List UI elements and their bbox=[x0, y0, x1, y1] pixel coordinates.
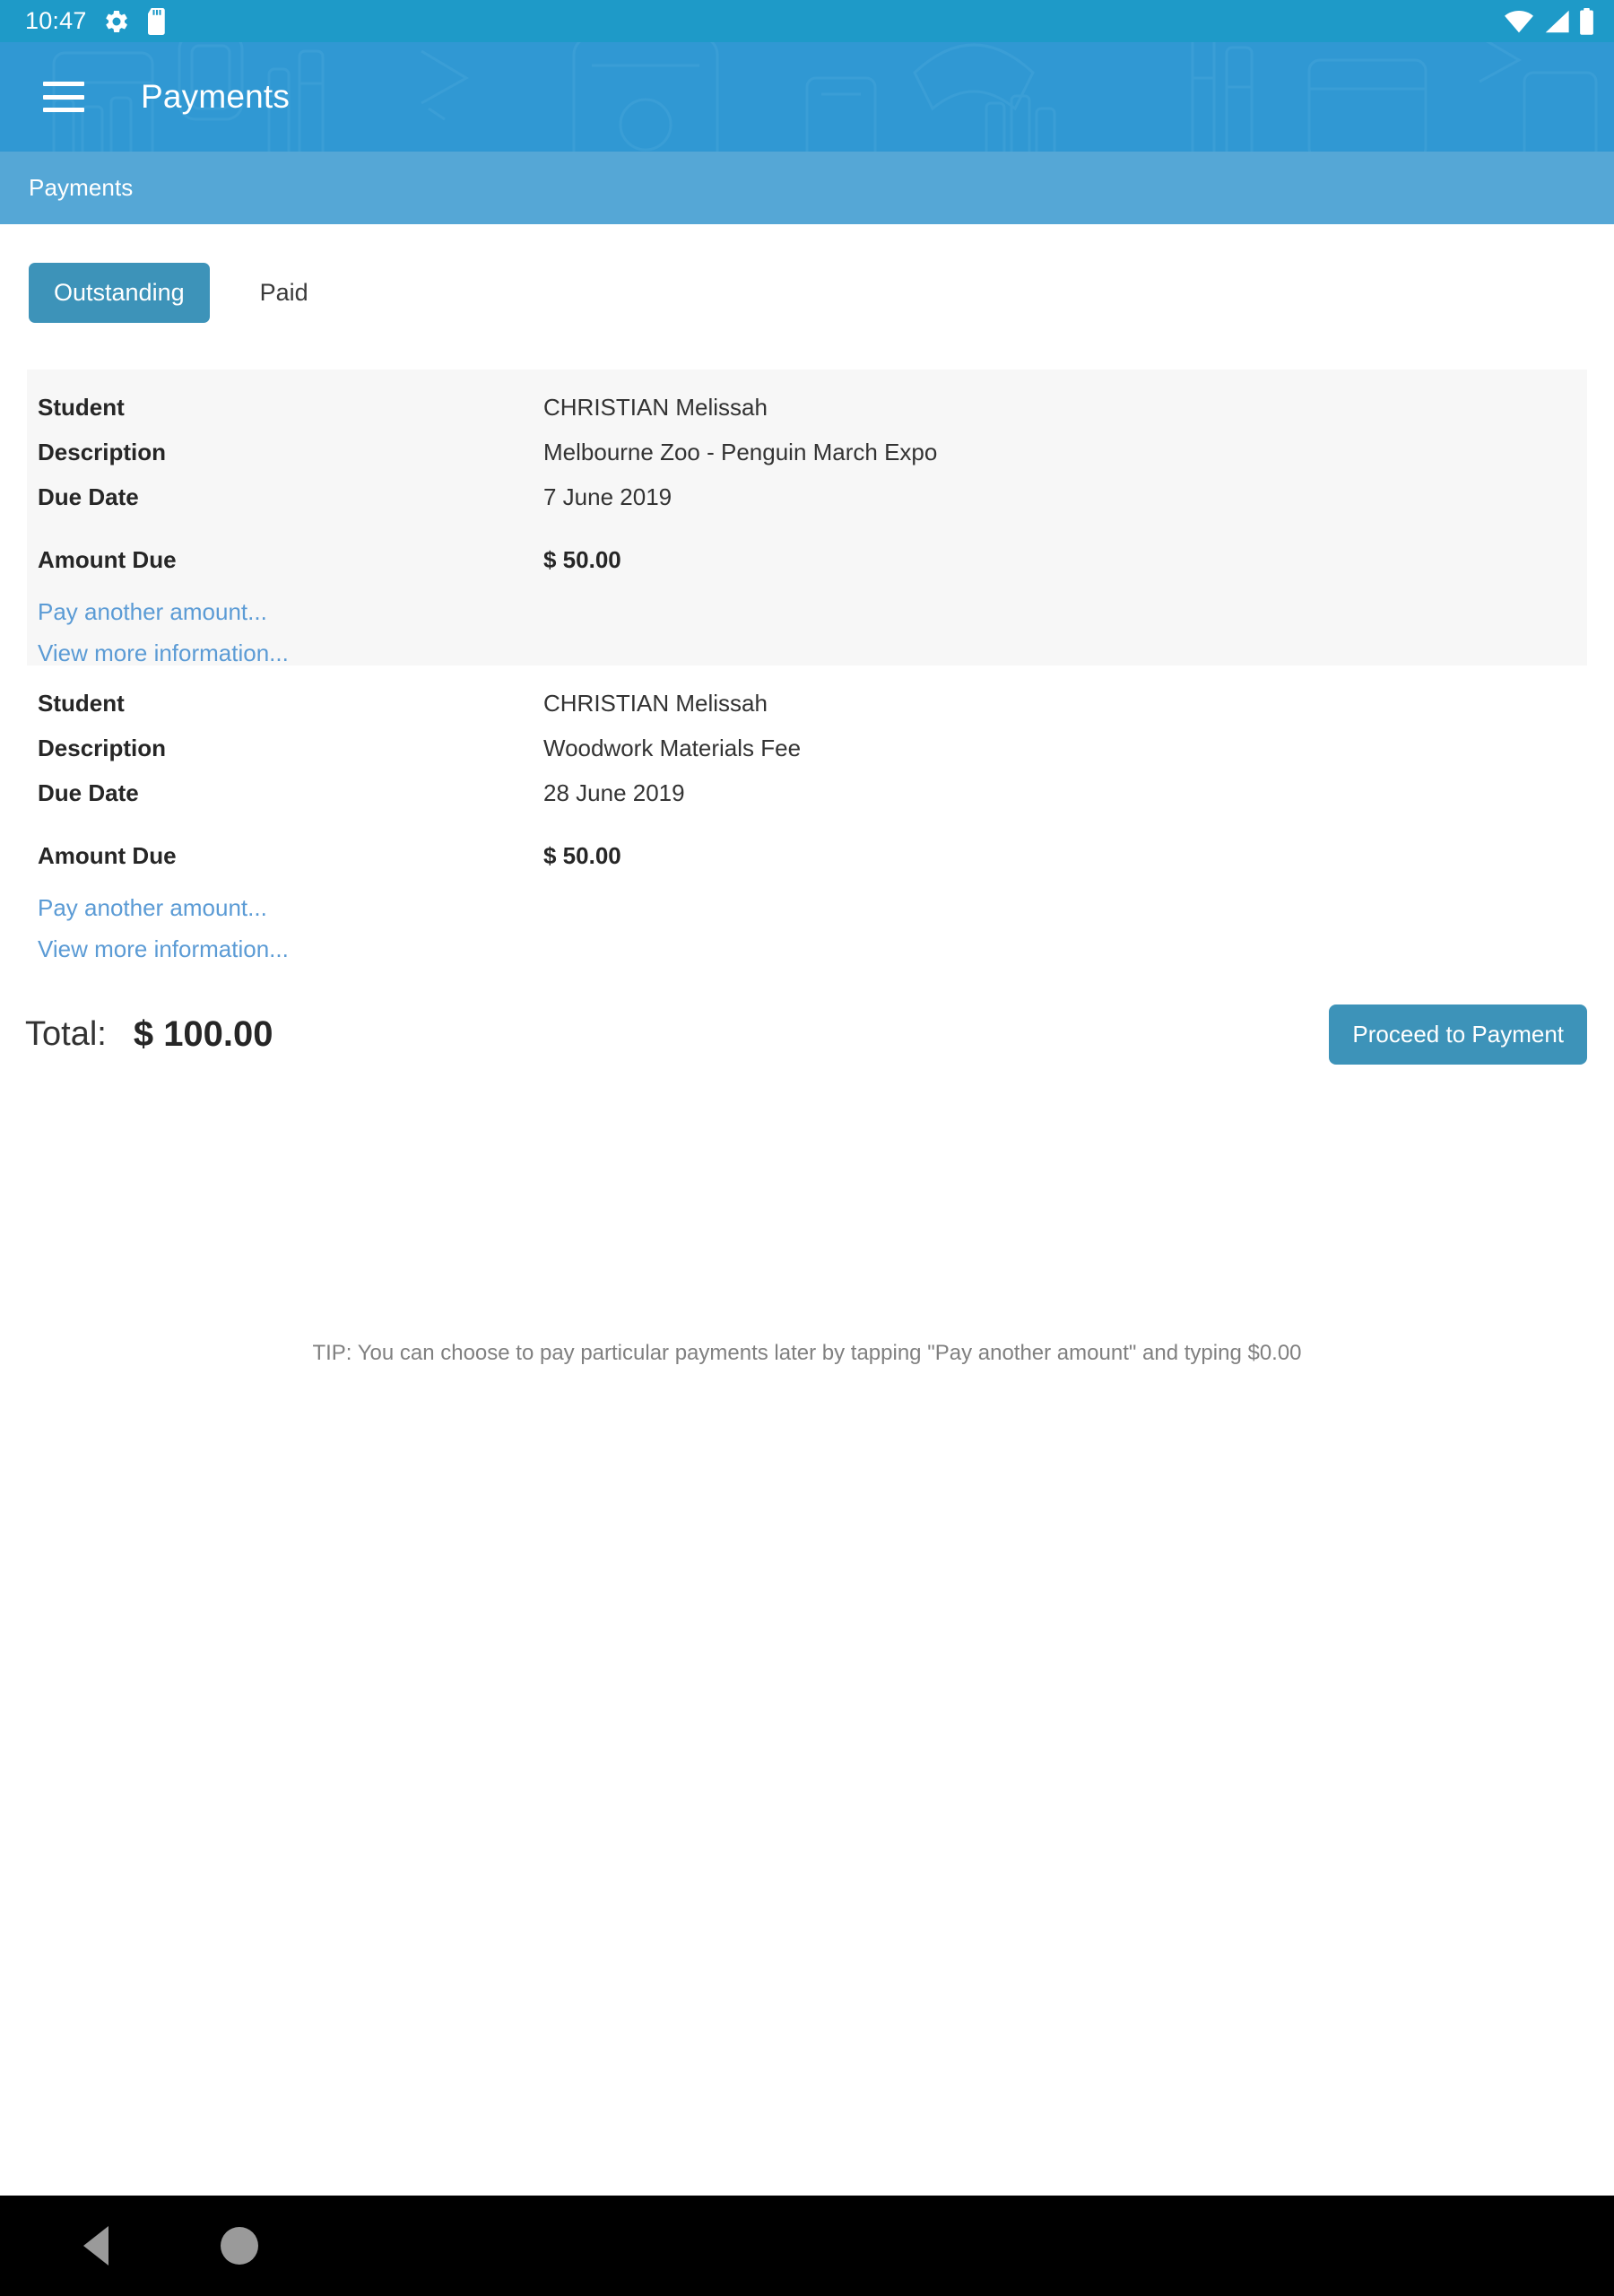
student-row: Student CHRISTIAN Melissah bbox=[27, 394, 1587, 439]
tab-outstanding[interactable]: Outstanding bbox=[29, 263, 210, 323]
amount-due-value: $ 50.00 bbox=[543, 546, 621, 573]
student-label: Student bbox=[38, 690, 125, 717]
tab-bar: Outstanding Paid bbox=[29, 263, 334, 323]
description-label: Description bbox=[38, 439, 167, 465]
payment-card: Student CHRISTIAN Melissah Description M… bbox=[27, 370, 1587, 693]
student-value: CHRISTIAN Melissah bbox=[543, 394, 768, 421]
amount-due-label: Amount Due bbox=[38, 842, 177, 869]
student-row: Student CHRISTIAN Melissah bbox=[27, 690, 1587, 735]
due-date-value: 7 June 2019 bbox=[543, 483, 672, 510]
description-row: Description Melbourne Zoo - Penguin Marc… bbox=[27, 439, 1587, 483]
breadcrumb[interactable]: Payments bbox=[0, 152, 1614, 224]
app-bar: Payments bbox=[0, 42, 1614, 152]
student-value: CHRISTIAN Melissah bbox=[543, 690, 768, 717]
description-row: Description Woodwork Materials Fee bbox=[27, 735, 1587, 779]
amount-due-row: Amount Due $ 50.00 bbox=[27, 546, 1587, 591]
total-value: $ 100.00 bbox=[133, 1014, 273, 1054]
main-content: Outstanding Paid Student CHRISTIAN Melis… bbox=[0, 224, 1614, 2196]
wifi-icon bbox=[1504, 9, 1534, 34]
status-bar: 10:47 bbox=[0, 0, 1614, 42]
page-title: Payments bbox=[141, 78, 291, 115]
view-more-information-row[interactable]: View more information... bbox=[27, 928, 1587, 970]
android-navigation-bar bbox=[0, 2196, 1614, 2296]
student-label: Student bbox=[38, 394, 125, 421]
amount-due-value: $ 50.00 bbox=[543, 842, 621, 869]
status-bar-right bbox=[1504, 7, 1594, 35]
amount-due-label: Amount Due bbox=[38, 546, 177, 573]
pay-another-amount-row[interactable]: Pay another amount... bbox=[27, 887, 1587, 928]
view-more-information-link[interactable]: View more information... bbox=[38, 937, 289, 961]
tab-paid[interactable]: Paid bbox=[235, 263, 334, 323]
due-date-row: Due Date 7 June 2019 bbox=[27, 483, 1587, 528]
status-bar-left: 10:47 bbox=[25, 7, 168, 35]
amount-due-row: Amount Due $ 50.00 bbox=[27, 842, 1587, 887]
home-icon[interactable] bbox=[221, 2227, 258, 2265]
hamburger-menu-icon[interactable] bbox=[43, 82, 84, 112]
pay-another-amount-link[interactable]: Pay another amount... bbox=[38, 896, 267, 919]
view-more-information-link[interactable]: View more information... bbox=[38, 641, 289, 665]
cellular-signal-icon bbox=[1543, 9, 1570, 34]
total-row: Total: $ 100.00 Proceed to Payment bbox=[0, 1004, 1614, 1065]
description-value: Woodwork Materials Fee bbox=[543, 735, 802, 761]
back-icon[interactable] bbox=[83, 2226, 108, 2266]
pay-another-amount-row[interactable]: Pay another amount... bbox=[27, 591, 1587, 632]
proceed-to-payment-button[interactable]: Proceed to Payment bbox=[1329, 1004, 1587, 1065]
payment-card: Student CHRISTIAN Melissah Description W… bbox=[27, 665, 1587, 989]
breadcrumb-item-payments[interactable]: Payments bbox=[29, 174, 133, 202]
due-date-row: Due Date 28 June 2019 bbox=[27, 779, 1587, 824]
status-bar-clock: 10:47 bbox=[25, 7, 87, 34]
due-date-value: 28 June 2019 bbox=[543, 779, 685, 806]
card-spacer bbox=[27, 970, 1587, 989]
total-label: Total: bbox=[25, 1015, 107, 1053]
tip-text: TIP: You can choose to pay particular pa… bbox=[312, 1341, 1302, 1365]
description-label: Description bbox=[38, 735, 167, 761]
description-value: Melbourne Zoo - Penguin March Expo bbox=[543, 439, 938, 465]
sd-card-icon bbox=[146, 7, 168, 35]
due-date-label: Due Date bbox=[38, 483, 139, 510]
gear-icon bbox=[103, 8, 130, 35]
pay-another-amount-link[interactable]: Pay another amount... bbox=[38, 600, 267, 623]
battery-icon bbox=[1579, 7, 1594, 35]
due-date-label: Due Date bbox=[38, 779, 139, 806]
